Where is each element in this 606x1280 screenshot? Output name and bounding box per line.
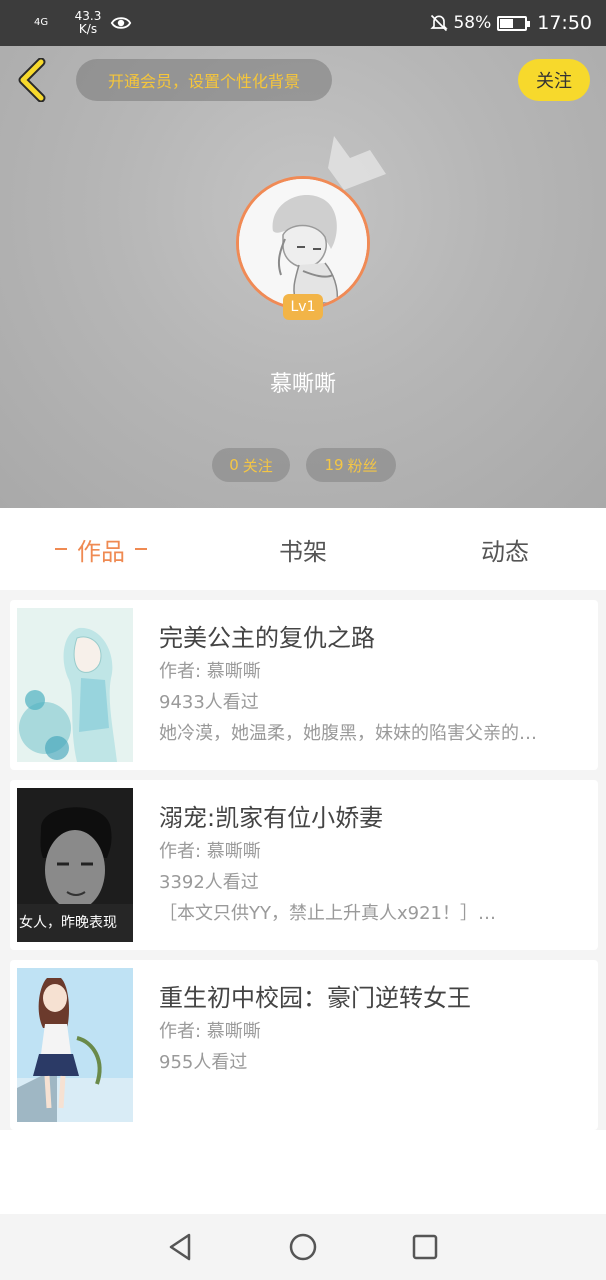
fans-count-button[interactable]: 19 粉丝 xyxy=(306,448,396,482)
book-cover-caption: 女人，昨晚表现 xyxy=(19,915,117,931)
tab-works[interactable]: 作品 xyxy=(0,508,202,590)
book-info: 重生初中校园：豪门逆转女王 作者: 慕嘶嘶 955人看过 xyxy=(159,980,583,1078)
tab-bookshelf[interactable]: 书架 xyxy=(202,508,404,590)
tab-bookshelf-label: 书架 xyxy=(279,537,327,566)
tab-active-dash-right xyxy=(135,548,147,550)
book-description: 她冷漠，她温柔，她腹黑，妹妹的陷害父亲的… xyxy=(159,723,537,744)
book-description: ［本文只供YY，禁止上升真人x921！］… xyxy=(159,903,496,924)
home-circle-icon[interactable] xyxy=(287,1231,319,1263)
network-speed-unit: K/s xyxy=(78,22,98,36)
username: 慕嘶嘶 xyxy=(269,372,336,397)
book-cover-illustration xyxy=(17,608,133,762)
book-title: 重生初中校园：豪门逆转女王 xyxy=(159,984,471,1012)
book-views: 955人看过 xyxy=(159,1052,248,1073)
book-info: 溺宠:凯家有位小娇妻 作者: 慕嘶嘶 3392人看过 ［本文只供YY，禁止上升真… xyxy=(159,800,583,929)
tab-activity-label: 动态 xyxy=(481,537,529,566)
vip-background-prompt[interactable]: 开通会员，设置个性化背景 xyxy=(76,59,332,101)
tab-works-label: 作品 xyxy=(77,537,125,566)
battery-percent: 58% xyxy=(453,13,492,33)
book-cover[interactable]: 女人，昨晚表现 xyxy=(17,788,133,942)
system-nav-bar xyxy=(0,1214,606,1280)
book-card[interactable]: 女人，昨晚表现 溺宠:凯家有位小娇妻 作者: 慕嘶嘶 3392人看过 ［本文只供… xyxy=(10,780,598,950)
battery-icon xyxy=(497,15,531,31)
book-views: 9433人看过 xyxy=(159,692,259,713)
book-title: 完美公主的复仇之路 xyxy=(159,624,375,652)
book-cover-illustration xyxy=(17,968,133,1122)
avatar[interactable] xyxy=(236,176,370,310)
book-views: 3392人看过 xyxy=(159,872,259,893)
network-speed-value: 43.3 xyxy=(74,9,102,23)
signal-indicator: 4G xyxy=(34,17,49,28)
book-author: 作者: 慕嘶嘶 xyxy=(159,841,261,862)
back-triangle-icon[interactable] xyxy=(165,1231,197,1263)
following-label: 关注 xyxy=(242,456,273,475)
tab-active-dash-left xyxy=(55,548,67,550)
book-card[interactable]: 完美公主的复仇之路 作者: 慕嘶嘶 9433人看过 她冷漠，她温柔，她腹黑，妹妹… xyxy=(10,600,598,770)
status-bar: 4G 43.3 K/s 58% 17:50 xyxy=(0,0,606,46)
fans-count: 19 xyxy=(324,456,344,474)
eye-icon xyxy=(110,17,132,29)
back-arrow-icon[interactable] xyxy=(14,58,50,102)
network-speed: 43.3 K/s xyxy=(70,10,106,36)
fans-label: 粉丝 xyxy=(347,456,378,475)
profile-tabs: 作品 书架 动态 xyxy=(0,508,606,590)
recents-square-icon[interactable] xyxy=(409,1231,441,1263)
clock: 17:50 xyxy=(537,12,592,34)
tab-activity[interactable]: 动态 xyxy=(404,508,606,590)
battery-fill xyxy=(500,18,514,28)
book-author: 作者: 慕嘶嘶 xyxy=(159,1021,261,1042)
following-count-button[interactable]: 0 关注 xyxy=(212,448,290,482)
book-cover[interactable] xyxy=(17,608,133,762)
profile-header: 开通会员，设置个性化背景 关注 Lv1 慕嘶嘶 0 关注 19 粉丝 xyxy=(0,46,606,508)
book-list: 完美公主的复仇之路 作者: 慕嘶嘶 9433人看过 她冷漠，她温柔，她腹黑，妹妹… xyxy=(10,600,598,1140)
level-badge: Lv1 xyxy=(283,294,323,320)
list-bottom-space xyxy=(0,1130,606,1214)
follow-button[interactable]: 关注 xyxy=(518,59,590,101)
book-author: 作者: 慕嘶嘶 xyxy=(159,661,261,682)
mute-icon xyxy=(430,14,449,32)
book-cover[interactable] xyxy=(17,968,133,1122)
book-info: 完美公主的复仇之路 作者: 慕嘶嘶 9433人看过 她冷漠，她温柔，她腹黑，妹妹… xyxy=(159,620,583,749)
following-count: 0 xyxy=(229,456,239,474)
book-card[interactable]: 重生初中校园：豪门逆转女王 作者: 慕嘶嘶 955人看过 xyxy=(10,960,598,1130)
avatar-illustration xyxy=(239,179,367,307)
book-title: 溺宠:凯家有位小娇妻 xyxy=(159,804,384,832)
